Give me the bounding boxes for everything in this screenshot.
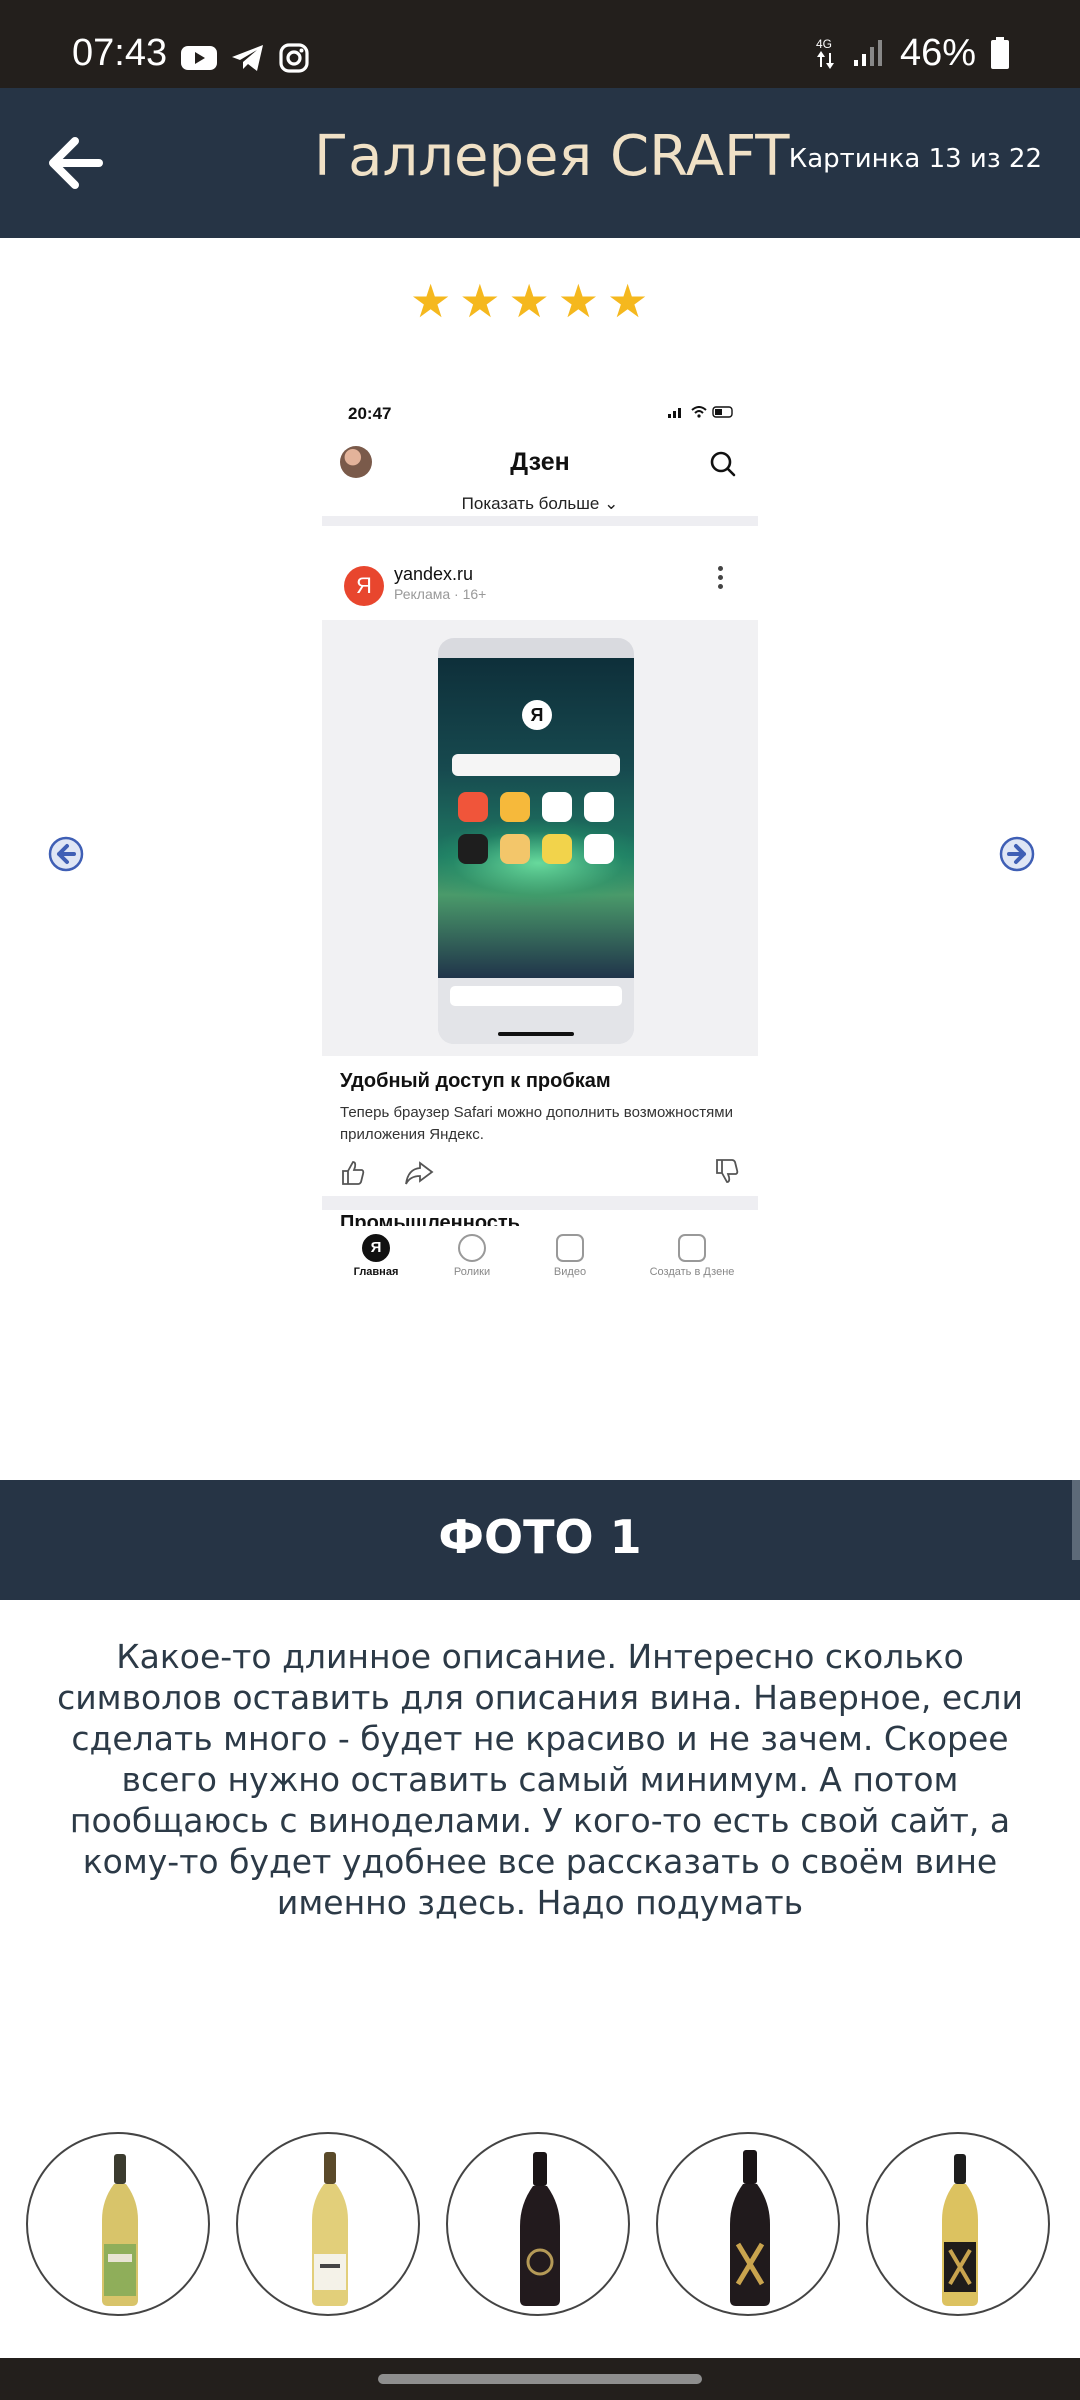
image-status-bar: 20:47: [322, 386, 758, 436]
status-right-group: 4G 46%: [814, 34, 1010, 72]
scrollbar[interactable]: [1072, 1480, 1080, 1560]
page-title: Галлерея CRAFT: [314, 124, 790, 189]
image-card-header: Я yandex.ru Реклама · 16+: [322, 554, 758, 610]
thumbnail-strip: [26, 2132, 1080, 2316]
image-tab-main: Я Главная: [326, 1234, 426, 1278]
circle-arrow-right-icon: [999, 836, 1035, 872]
share-icon: [405, 1161, 434, 1185]
image-description: Теперь браузер Safari можно дополнить во…: [340, 1104, 733, 1143]
instagram-icon: [279, 43, 309, 73]
image-app-title: Дзен: [510, 448, 570, 476]
app-header: Галлерея CRAFT Картинка 13 из 22: [0, 88, 1080, 238]
gallery-image[interactable]: 20:47 Дзен Показать больше ⌄ Я yandex.ru…: [322, 386, 758, 1306]
photo-title-bar: ФОТО 1: [0, 1480, 1080, 1600]
signal-icon: [853, 40, 882, 66]
system-navigation-bar: [0, 2358, 1080, 2400]
wine-thumb-4[interactable]: [656, 2132, 840, 2316]
image-headline: Удобный доступ к пробкам: [340, 1070, 611, 1092]
data-arrows-icon: 4G: [816, 37, 834, 69]
image-tab-video: Видео: [520, 1234, 620, 1278]
more-vertical-icon: [718, 566, 724, 589]
wine-thumb-1[interactable]: [26, 2132, 210, 2316]
thumbs-down-icon: [716, 1159, 739, 1183]
yandex-logo-icon: Я: [344, 566, 384, 606]
telegram-icon: [232, 45, 263, 71]
image-tab-clips: Ролики: [422, 1234, 522, 1278]
battery-percent: 46%: [899, 32, 976, 74]
image-time: 20:47: [348, 404, 392, 423]
image-actions: [340, 1156, 740, 1192]
image-tab-create: Создать в Дзене: [632, 1234, 752, 1278]
refresh-search-icon: [710, 451, 736, 477]
network-type: 4G: [816, 37, 832, 51]
image-tab-bar: Я Главная Ролики Видео Создать в Дзене: [322, 1226, 758, 1306]
star-icon: ★: [459, 274, 501, 328]
image-ad-label: Реклама · 16+: [394, 586, 487, 602]
image-show-more: Показать больше ⌄: [322, 490, 758, 526]
home-gesture-bar[interactable]: [378, 2374, 702, 2384]
yandex-logo-icon: Я: [522, 700, 552, 730]
phone-mockup: Я: [438, 638, 634, 1044]
thumbs-up-icon: [342, 1161, 365, 1185]
status-bar: 07:43 4G 46%: [0, 0, 1080, 88]
back-arrow-icon: [49, 137, 103, 189]
photo-title: ФОТО 1: [438, 1510, 642, 1564]
photo-description: Какое-то длинное описание. Интересно ско…: [57, 1637, 1023, 1922]
status-notification-icons: [180, 38, 310, 78]
image-source: yandex.ru: [394, 564, 474, 584]
youtube-icon: [181, 46, 217, 70]
image-counter: Картинка 13 из 22: [788, 144, 1042, 174]
previous-image-button[interactable]: [48, 836, 84, 872]
rating-stars: ★ ★ ★ ★ ★: [410, 278, 648, 324]
star-icon: ★: [557, 274, 599, 328]
star-icon: ★: [410, 274, 452, 328]
image-status-icons: [668, 406, 736, 418]
battery-icon: [991, 37, 1009, 69]
star-icon: ★: [508, 274, 550, 328]
next-image-button[interactable]: [999, 836, 1035, 872]
image-app-bar: Дзен: [322, 436, 758, 490]
wine-thumb-3[interactable]: [446, 2132, 630, 2316]
wine-thumb-5[interactable]: [866, 2132, 1050, 2316]
back-button[interactable]: [30, 118, 120, 208]
wine-thumb-2[interactable]: [236, 2132, 420, 2316]
star-icon: ★: [607, 274, 649, 328]
status-time: 07:43: [72, 32, 168, 74]
image-ad-banner: Я: [322, 620, 758, 1056]
circle-arrow-left-icon: [48, 836, 84, 872]
image-next-headline: Промышленность: [340, 1212, 520, 1226]
